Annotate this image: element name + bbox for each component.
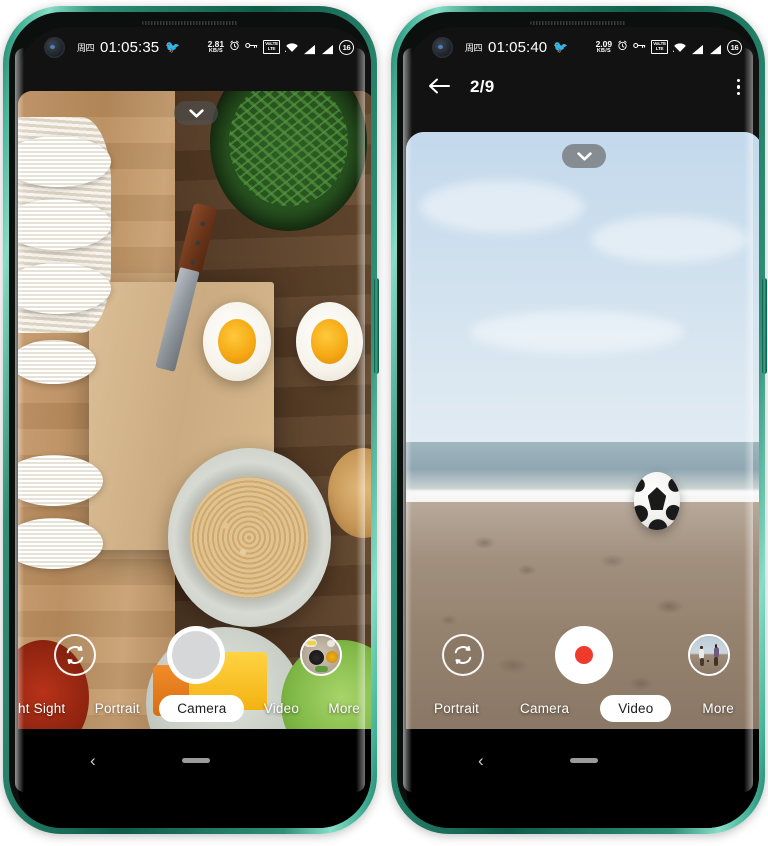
back-arrow-icon[interactable] <box>428 76 452 98</box>
status-bar: 周四 01:05:35 🐦 2.81 KB/S VoLTE LTE 16 <box>18 27 371 67</box>
signal-icon <box>709 42 722 54</box>
wifi-icon <box>673 42 686 53</box>
nav-back-button[interactable]: ‹ <box>478 751 484 771</box>
signal-icon <box>321 42 334 54</box>
network-speed-indicator: 2.09 KB/S <box>596 40 613 54</box>
app-toolbar: 2/9 <box>406 67 759 107</box>
phone-screen-right: 周四 01:05:40 🐦 2.09 KB/S VoLTE LTE 16 2/9… <box>406 27 759 828</box>
battery-indicator: 16 <box>339 39 354 55</box>
power-button[interactable] <box>374 278 379 374</box>
mode-camera[interactable]: Camera <box>159 694 245 722</box>
front-camera-punchhole-icon <box>432 36 453 58</box>
camera-mode-strip: Portrait Camera Video More <box>406 687 759 729</box>
mode-more[interactable]: More <box>318 695 370 722</box>
phone-screen-left: 周四 01:05:35 🐦 2.81 KB/S VoLTE LTE 16 ht … <box>18 27 371 828</box>
volte-icon: VoLTE LTE <box>651 40 668 54</box>
key-icon <box>633 40 646 54</box>
camera-controls-row <box>406 623 759 687</box>
network-speed-indicator: 2.81 KB/S <box>208 40 225 54</box>
system-navigation-bar: ‹ <box>18 729 371 828</box>
page-counter-title: 2/9 <box>470 77 495 96</box>
phone-frame-bezel: 周四 01:05:35 🐦 2.81 KB/S VoLTE LTE 16 ht … <box>9 12 371 828</box>
nav-back-button[interactable]: ‹ <box>90 751 96 771</box>
phone-left: 周四 01:05:35 🐦 2.81 KB/S VoLTE LTE 16 ht … <box>3 0 379 840</box>
chevron-down-icon[interactable] <box>174 101 218 125</box>
network-speed-unit: KB/S <box>208 47 223 54</box>
front-camera-punchhole-icon <box>44 36 65 58</box>
key-icon <box>245 40 258 54</box>
screenshot-stage: 周四 01:05:35 🐦 2.81 KB/S VoLTE LTE 16 ht … <box>0 0 768 846</box>
gallery-thumbnail-beach[interactable] <box>688 634 730 676</box>
status-bar-left: 周四 01:05:40 🐦 <box>432 36 569 58</box>
bird-icon: 🐦 <box>165 40 181 54</box>
nav-home-pill[interactable] <box>570 758 598 763</box>
alarm-icon <box>229 40 240 54</box>
earpiece-speaker-icon <box>142 21 238 25</box>
mode-night-sight[interactable]: ht Sight <box>18 695 75 722</box>
camera-controls-row <box>18 623 371 687</box>
camera-mode-strip: ht Sight Portrait Camera Video More <box>18 687 371 729</box>
power-button[interactable] <box>762 278 767 374</box>
football-object <box>633 472 681 530</box>
chevron-down-icon[interactable] <box>562 144 606 168</box>
status-bar-left: 周四 01:05:35 🐦 <box>44 36 181 58</box>
mode-video[interactable]: Video <box>600 694 672 722</box>
camera-flip-icon[interactable] <box>442 634 484 676</box>
camera-flip-icon[interactable] <box>54 634 96 676</box>
status-clock: 01:05:35 <box>100 38 160 56</box>
record-button[interactable] <box>555 626 613 684</box>
mode-portrait[interactable]: Portrait <box>424 695 489 722</box>
phone-frame-bezel: 周四 01:05:40 🐦 2.09 KB/S VoLTE LTE 16 2/9… <box>397 12 759 828</box>
system-navigation-bar: ‹ <box>406 729 759 828</box>
mode-camera[interactable]: Camera <box>510 695 579 722</box>
alarm-icon <box>617 40 628 54</box>
signal-icon <box>691 42 704 54</box>
signal-icon <box>303 42 316 54</box>
overflow-menu-icon[interactable] <box>736 79 740 95</box>
wifi-icon <box>285 42 298 53</box>
status-day: 周四 <box>465 42 483 53</box>
earpiece-speaker-icon <box>530 21 626 25</box>
phone-right: 周四 01:05:40 🐦 2.09 KB/S VoLTE LTE 16 2/9… <box>391 0 767 840</box>
mode-video[interactable]: Video <box>254 695 309 722</box>
bird-icon: 🐦 <box>553 40 569 54</box>
status-day: 周四 <box>77 42 95 53</box>
status-bar-right: 2.81 KB/S VoLTE LTE 16 <box>208 39 354 55</box>
mode-more[interactable]: More <box>692 695 744 722</box>
nav-home-pill[interactable] <box>182 758 210 763</box>
status-clock: 01:05:40 <box>488 38 548 56</box>
battery-indicator: 16 <box>727 39 742 55</box>
mode-portrait[interactable]: Portrait <box>85 695 150 722</box>
status-bar-right: 2.09 KB/S VoLTE LTE 16 <box>596 39 742 55</box>
network-speed-unit: KB/S <box>596 47 611 54</box>
gallery-thumbnail-spices[interactable] <box>300 634 342 676</box>
status-bar: 周四 01:05:40 🐦 2.09 KB/S VoLTE LTE 16 <box>406 27 759 67</box>
shutter-button[interactable] <box>167 626 225 684</box>
volte-icon: VoLTE LTE <box>263 40 280 54</box>
